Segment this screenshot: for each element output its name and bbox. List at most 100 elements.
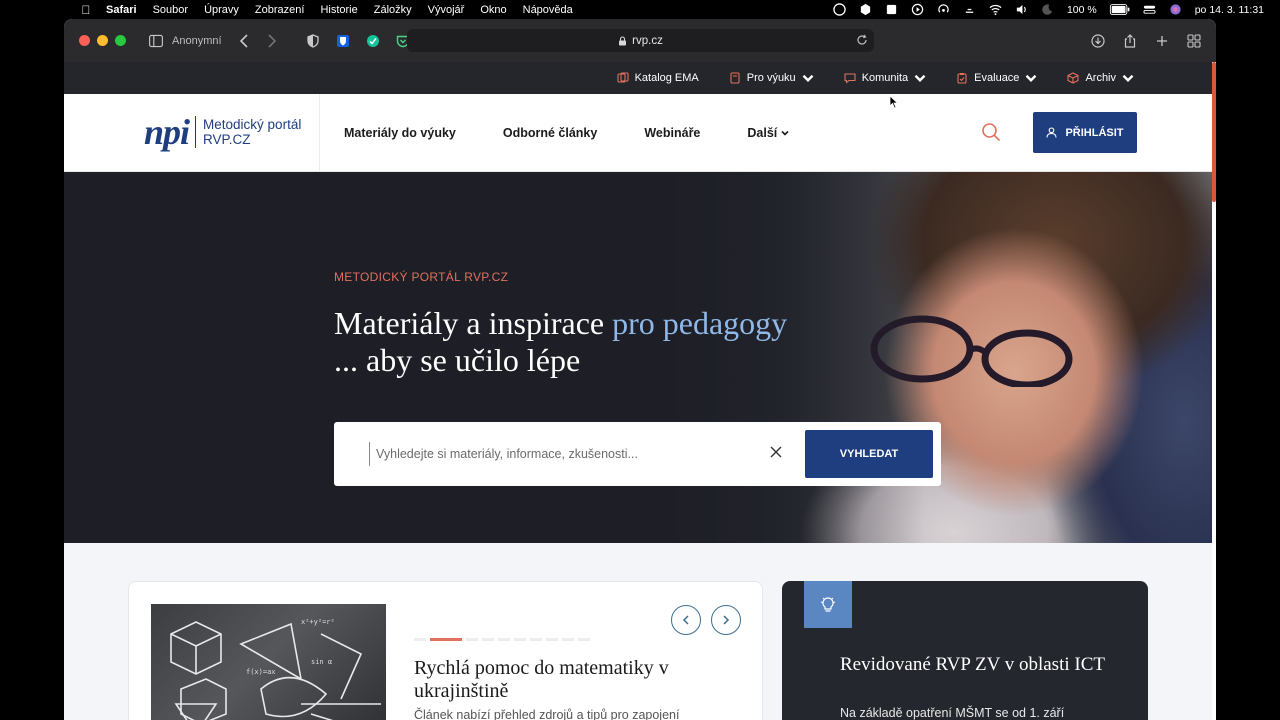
carousel-dot[interactable] (514, 638, 526, 641)
nav-materialy-do-vyuky[interactable]: Materiály do výuky (344, 126, 456, 140)
window-controls (79, 35, 126, 46)
topnav-label: Komunita (861, 72, 909, 84)
featured-article-excerpt: Článek nabízí přehled zdrojů a tipů pro … (414, 708, 680, 720)
topnav-label: Archiv (1085, 72, 1116, 84)
text-caret (369, 442, 370, 466)
clear-x-icon[interactable] (768, 444, 784, 460)
carousel-indicators (414, 638, 590, 641)
menu-okno[interactable]: Okno (480, 4, 506, 16)
menu-vyvojar[interactable]: Vývojář (428, 4, 465, 16)
share-icon[interactable] (1122, 31, 1138, 51)
article-image-math-chalkboard: x²+y²=r² f(x)=ax sin α π r² (151, 604, 386, 720)
carousel-dot[interactable] (546, 638, 558, 641)
tray-capture-icon[interactable] (885, 3, 899, 17)
menu-napoveda[interactable]: Nápověda (523, 4, 573, 16)
nav-dalsi[interactable]: Další (747, 126, 789, 140)
site-logo[interactable]: npi Metodický portál RVP.CZ (144, 114, 301, 150)
new-tab-plus-icon[interactable] (1154, 31, 1170, 51)
lightbulb-icon (804, 581, 852, 628)
carousel-dot[interactable] (414, 638, 426, 641)
tab-overview-icon[interactable] (1186, 31, 1202, 51)
login-button[interactable]: PŘIHLÁSIT (1033, 112, 1137, 153)
carousel-prev-button[interactable] (671, 605, 701, 635)
tray-extension-icon[interactable] (859, 3, 873, 17)
hero-title-accent: pro pedagogy (612, 305, 788, 341)
chevron-down-icon (781, 130, 789, 136)
nav-divider (319, 94, 320, 172)
main-navigation: npi Metodický portál RVP.CZ Materiály do… (64, 94, 1212, 172)
menu-zalozky[interactable]: Záložky (374, 4, 412, 16)
shield-icon[interactable] (304, 31, 322, 51)
topnav-katalog-ema[interactable]: Katalog EMA (617, 72, 699, 84)
forward-chevron-icon[interactable] (264, 31, 280, 51)
reload-icon[interactable] (856, 34, 868, 46)
minimize-window-button[interactable] (97, 35, 108, 46)
featured-article-card[interactable]: x²+y²=r² f(x)=ax sin α π r² (128, 581, 763, 720)
carousel-dot[interactable] (466, 638, 478, 641)
sidebar-toggle-icon[interactable] (146, 31, 166, 51)
chevron-down-icon (802, 74, 814, 82)
user-icon (1046, 127, 1058, 138)
hero-kicker: METODICKÝ PORTÁL RVP.CZ (334, 270, 509, 284)
logo-text: Metodický portál RVP.CZ (203, 117, 301, 147)
menu-soubor[interactable]: Soubor (153, 4, 188, 16)
carousel-dot[interactable] (562, 638, 574, 641)
chevron-right-icon (723, 615, 730, 625)
chevron-down-icon (1026, 74, 1037, 82)
menubar-datetime[interactable]: po 14. 3. 11:31 (1195, 4, 1264, 16)
safari-window: Anonymní rvp.cz Katalog EMA Pro výuku Ko… (64, 19, 1216, 720)
nav-webinare[interactable]: Webináře (644, 126, 700, 140)
featured-article-title[interactable]: Rychlá pomoc do matematiky v ukrajinštin… (414, 657, 734, 703)
zoom-window-button[interactable] (115, 35, 126, 46)
siri-icon[interactable] (1169, 3, 1183, 17)
carousel-dot[interactable] (578, 638, 590, 641)
private-profile-label[interactable]: Anonymní (172, 35, 222, 47)
grammar-extension-icon[interactable] (364, 31, 382, 51)
hero-search-button[interactable]: VYHLEDAT (805, 430, 933, 478)
back-chevron-icon[interactable] (236, 31, 252, 51)
carousel-dot[interactable] (530, 638, 542, 641)
tray-play-icon[interactable] (911, 3, 925, 17)
page-scrollbar[interactable] (1212, 62, 1216, 202)
logo-line1: Metodický portál (203, 117, 302, 132)
menu-zobrazeni[interactable]: Zobrazení (255, 4, 305, 16)
web-page: Katalog EMA Pro výuku Komunita Evaluace … (64, 62, 1216, 720)
svg-text:sin α: sin α (311, 658, 332, 666)
topnav-komunita[interactable]: Komunita (844, 72, 926, 84)
menu-upravy[interactable]: Úpravy (204, 4, 239, 16)
control-center-icon[interactable] (1143, 3, 1157, 17)
menu-app-name[interactable]: Safari (106, 4, 137, 16)
chevron-down-icon (1122, 74, 1134, 82)
address-bar[interactable]: rvp.cz (407, 29, 874, 52)
nav-odborne-clanky[interactable]: Odborné články (503, 126, 597, 140)
menu-historie[interactable]: Historie (320, 4, 357, 16)
logo-line2: RVP.CZ (203, 132, 251, 147)
battery-percent: 100 % (1066, 3, 1097, 16)
focus-moon-icon[interactable] (1041, 3, 1055, 17)
carousel-dot[interactable] (498, 638, 510, 641)
topnav-archiv[interactable]: Archiv (1067, 72, 1134, 84)
svg-text:f(x)=ax: f(x)=ax (246, 668, 276, 676)
carousel-dot-active[interactable] (430, 638, 462, 641)
topnav-label: Pro výuku (746, 72, 796, 84)
search-icon[interactable] (976, 117, 1006, 147)
carousel-dot[interactable] (482, 638, 494, 641)
tray-app-icon[interactable] (833, 3, 847, 17)
close-window-button[interactable] (79, 35, 90, 46)
carousel-next-button[interactable] (711, 605, 741, 635)
volume-icon[interactable] (1015, 3, 1029, 17)
wifi-icon[interactable] (989, 3, 1003, 17)
hero-search-input[interactable] (376, 442, 756, 466)
battery-icon[interactable] (1109, 3, 1131, 17)
bitwarden-icon[interactable] (334, 31, 352, 51)
topnav-pro-vyuku[interactable]: Pro výuku (729, 72, 814, 84)
news-card[interactable]: Revidované RVP ZV v oblasti ICT Na zákla… (782, 581, 1148, 720)
news-title[interactable]: Revidované RVP ZV v oblasti ICT (840, 653, 1130, 676)
logo-mark: npi (144, 112, 190, 152)
tray-weather-icon[interactable] (963, 3, 977, 17)
downloads-icon[interactable] (1090, 31, 1106, 51)
tray-airdrop-icon[interactable] (937, 3, 951, 17)
apple-icon[interactable]:  (80, 3, 92, 17)
mouse-cursor-icon (889, 95, 899, 109)
topnav-evaluace[interactable]: Evaluace (956, 72, 1037, 84)
